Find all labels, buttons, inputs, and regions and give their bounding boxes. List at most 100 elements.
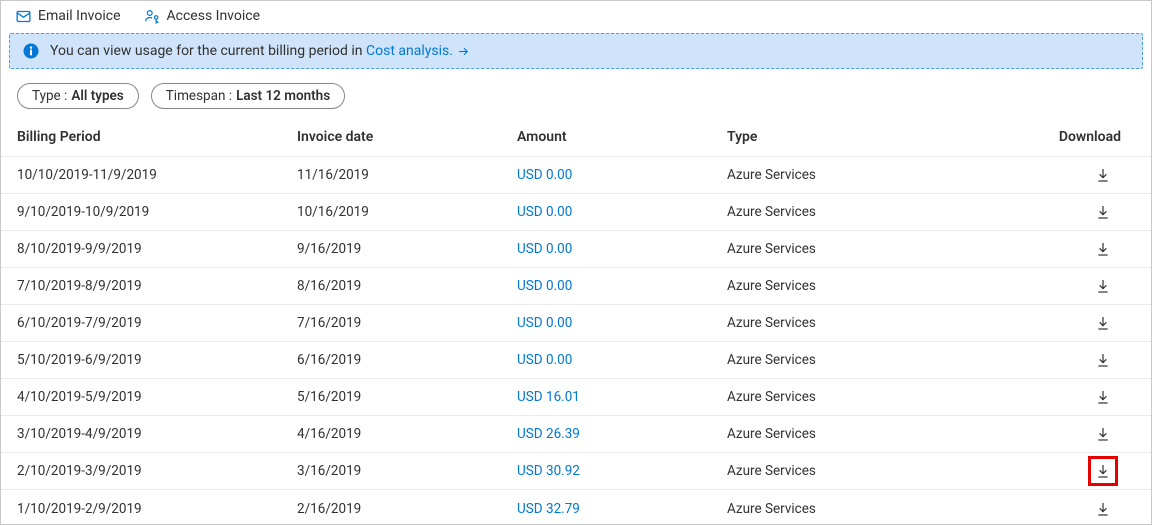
table-row: 1/10/2019-2/9/20192/16/2019USD 32.79Azur…: [1, 490, 1151, 525]
cell-download: [1007, 274, 1135, 298]
cell-type: Azure Services: [727, 315, 1007, 331]
cell-amount[interactable]: USD 0.00: [517, 352, 727, 368]
cell-download: [1007, 237, 1135, 261]
download-button[interactable]: [1091, 385, 1115, 409]
cell-invoice-date: 9/16/2019: [297, 241, 517, 257]
cell-billing-period: 7/10/2019-8/9/2019: [17, 278, 297, 294]
cell-billing-period: 6/10/2019-7/9/2019: [17, 315, 297, 331]
info-banner: You can view usage for the current billi…: [9, 33, 1143, 69]
download-icon: [1095, 241, 1111, 257]
cell-billing-period: 9/10/2019-10/9/2019: [17, 204, 297, 220]
cell-billing-period: 1/10/2019-2/9/2019: [17, 501, 297, 517]
cell-amount[interactable]: USD 0.00: [517, 167, 727, 183]
filter-type-label: Type :: [32, 88, 67, 104]
table-row: 9/10/2019-10/9/201910/16/2019USD 0.00Azu…: [1, 194, 1151, 231]
invoices-table: Billing Period Invoice date Amount Type …: [1, 117, 1151, 525]
filter-type-pill[interactable]: Type : All types: [17, 83, 139, 109]
cell-billing-period: 3/10/2019-4/9/2019: [17, 426, 297, 442]
download-button[interactable]: [1091, 459, 1115, 483]
cell-invoice-date: 3/16/2019: [297, 463, 517, 479]
download-button[interactable]: [1091, 497, 1115, 521]
cell-type: Azure Services: [727, 389, 1007, 405]
download-button[interactable]: [1091, 200, 1115, 224]
cell-invoice-date: 10/16/2019: [297, 204, 517, 220]
download-button[interactable]: [1091, 348, 1115, 372]
cell-download: [1007, 163, 1135, 187]
table-row: 5/10/2019-6/9/20196/16/2019USD 0.00Azure…: [1, 342, 1151, 379]
email-invoice-label: Email Invoice: [38, 8, 121, 24]
cell-amount[interactable]: USD 0.00: [517, 278, 727, 294]
cell-invoice-date: 5/16/2019: [297, 389, 517, 405]
info-banner-text: You can view usage for the current billi…: [50, 43, 470, 59]
cell-type: Azure Services: [727, 352, 1007, 368]
cell-type: Azure Services: [727, 426, 1007, 442]
download-button[interactable]: [1091, 274, 1115, 298]
filter-type-value: All types: [71, 88, 123, 104]
filter-timespan-label: Timespan :: [166, 88, 232, 104]
cost-analysis-link[interactable]: Cost analysis.: [366, 43, 470, 59]
table-row: 3/10/2019-4/9/20194/16/2019USD 26.39Azur…: [1, 416, 1151, 453]
info-banner-message: You can view usage for the current billi…: [50, 43, 366, 59]
col-invoice-date[interactable]: Invoice date: [297, 129, 517, 145]
download-icon: [1095, 463, 1111, 479]
filter-timespan-value: Last 12 months: [236, 88, 330, 104]
download-icon: [1095, 389, 1111, 405]
col-amount[interactable]: Amount: [517, 129, 727, 145]
cell-amount[interactable]: USD 26.39: [517, 426, 727, 442]
filter-timespan-pill[interactable]: Timespan : Last 12 months: [151, 83, 345, 109]
cell-type: Azure Services: [727, 241, 1007, 257]
download-icon: [1095, 315, 1111, 331]
table-row: 6/10/2019-7/9/20197/16/2019USD 0.00Azure…: [1, 305, 1151, 342]
table-header: Billing Period Invoice date Amount Type …: [1, 117, 1151, 157]
cell-invoice-date: 4/16/2019: [297, 426, 517, 442]
cell-invoice-date: 2/16/2019: [297, 501, 517, 517]
cost-analysis-link-text: Cost analysis.: [366, 43, 453, 59]
cell-amount[interactable]: USD 0.00: [517, 204, 727, 220]
download-icon: [1095, 352, 1111, 368]
cell-type: Azure Services: [727, 501, 1007, 517]
cell-download: [1007, 311, 1135, 335]
download-button[interactable]: [1091, 163, 1115, 187]
cell-download: [1007, 459, 1135, 483]
toolbar: Email Invoice Access Invoice: [1, 1, 1151, 33]
cell-download: [1007, 422, 1135, 446]
download-button[interactable]: [1091, 311, 1115, 335]
cell-amount[interactable]: USD 16.01: [517, 389, 727, 405]
email-invoice-button[interactable]: Email Invoice: [15, 8, 121, 25]
invoices-page: Email Invoice Access Invoice Yo: [0, 0, 1152, 525]
cell-amount[interactable]: USD 32.79: [517, 501, 727, 517]
mail-icon: [15, 8, 32, 25]
download-button[interactable]: [1091, 422, 1115, 446]
info-icon: [22, 42, 40, 60]
cell-invoice-date: 8/16/2019: [297, 278, 517, 294]
cell-amount[interactable]: USD 0.00: [517, 315, 727, 331]
cell-invoice-date: 11/16/2019: [297, 167, 517, 183]
table-row: 10/10/2019-11/9/201911/16/2019USD 0.00Az…: [1, 157, 1151, 194]
download-icon: [1095, 167, 1111, 183]
cell-invoice-date: 6/16/2019: [297, 352, 517, 368]
table-row: 8/10/2019-9/9/20199/16/2019USD 0.00Azure…: [1, 231, 1151, 268]
cell-type: Azure Services: [727, 204, 1007, 220]
access-invoice-button[interactable]: Access Invoice: [143, 7, 261, 25]
cell-type: Azure Services: [727, 463, 1007, 479]
cell-amount[interactable]: USD 0.00: [517, 241, 727, 257]
cell-billing-period: 5/10/2019-6/9/2019: [17, 352, 297, 368]
col-type[interactable]: Type: [727, 129, 1007, 145]
download-icon: [1095, 426, 1111, 442]
download-icon: [1095, 278, 1111, 294]
download-button[interactable]: [1091, 237, 1115, 261]
download-icon: [1095, 204, 1111, 220]
cell-billing-period: 10/10/2019-11/9/2019: [17, 167, 297, 183]
filter-bar: Type : All types Timespan : Last 12 mont…: [1, 69, 1151, 117]
col-billing-period[interactable]: Billing Period: [17, 129, 297, 145]
table-body: 10/10/2019-11/9/201911/16/2019USD 0.00Az…: [1, 157, 1151, 525]
cell-download: [1007, 348, 1135, 372]
arrow-right-icon: [457, 45, 470, 58]
col-download[interactable]: Download: [1007, 129, 1135, 145]
cell-type: Azure Services: [727, 167, 1007, 183]
person-key-icon: [143, 7, 161, 25]
cell-amount[interactable]: USD 30.92: [517, 463, 727, 479]
table-row: 7/10/2019-8/9/20198/16/2019USD 0.00Azure…: [1, 268, 1151, 305]
access-invoice-label: Access Invoice: [167, 8, 261, 24]
cell-billing-period: 8/10/2019-9/9/2019: [17, 241, 297, 257]
